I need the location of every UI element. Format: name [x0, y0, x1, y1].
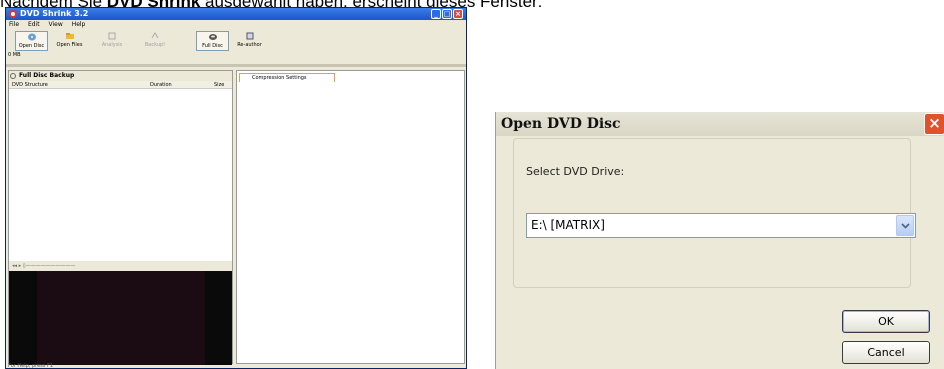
close-icon[interactable]: × — [924, 113, 944, 135]
drive-group: Select DVD Drive: E:\ [MATRIX] — [513, 138, 916, 288]
cancel-button[interactable]: Cancel — [842, 341, 930, 364]
main-window-title: DVD Shrink 3.2 — [20, 9, 89, 18]
main-titlebar[interactable]: DVD Shrink 3.2 _ □ × — [6, 8, 466, 20]
minimize-button[interactable]: _ — [431, 9, 441, 19]
dvd-shrink-window: DVD Shrink 3.2 _ □ × File Edit View Help… — [5, 7, 467, 369]
folder-icon — [65, 33, 74, 39]
app-icon — [9, 10, 17, 18]
menu-file[interactable]: File — [9, 21, 19, 28]
backup-button[interactable]: Backup! — [139, 31, 171, 51]
menu-edit[interactable]: Edit — [28, 21, 40, 28]
tab-compression-settings[interactable]: Compression Settings — [239, 73, 335, 82]
full-disc-icon — [208, 34, 217, 40]
disc-icon — [27, 33, 36, 41]
disc-small-icon — [10, 73, 16, 79]
open-files-button[interactable]: Open Files — [53, 31, 86, 51]
player-controls[interactable]: ◂◂ ▸ ▯—————————— — [9, 261, 232, 271]
column-headers: DVD Structure Duration Size — [9, 81, 232, 89]
drive-select-value: E:\ [MATRIX] — [531, 218, 605, 232]
video-preview — [9, 271, 232, 365]
analysis-button[interactable]: Analysis — [97, 31, 127, 51]
backup-icon — [151, 32, 159, 39]
open-disc-button[interactable]: Open Disc — [15, 31, 48, 51]
menu-view[interactable]: View — [49, 21, 63, 28]
open-dvd-disc-dialog: Open DVD Disc × Select DVD Drive: E:\ [M… — [495, 112, 944, 369]
col-size[interactable]: Size — [214, 81, 224, 89]
full-disc-backup-pane: Full Disc Backup DVD Structure Duration … — [8, 70, 233, 365]
toolbar: Open Disc Open Files Analysis Backup! Fu… — [6, 29, 466, 51]
pane-header: Full Disc Backup — [9, 71, 232, 81]
size-readout: 0 MB — [8, 52, 21, 58]
status-bar: For Help, press F1 — [8, 363, 54, 369]
col-duration[interactable]: Duration — [150, 81, 172, 89]
full-disc-button[interactable]: Full Disc — [196, 31, 229, 51]
re-author-button[interactable]: Re-author — [233, 31, 266, 51]
close-button[interactable]: × — [453, 9, 463, 19]
menu-help[interactable]: Help — [72, 21, 86, 28]
ok-button[interactable]: OK — [842, 310, 930, 333]
chevron-down-icon — [901, 223, 910, 229]
size-bar — [6, 64, 466, 67]
reauthor-icon — [246, 32, 253, 40]
dialog-title: Open DVD Disc — [496, 112, 944, 136]
dropdown-button[interactable] — [896, 215, 914, 236]
select-drive-label: Select DVD Drive: — [526, 165, 625, 178]
drive-select[interactable]: E:\ [MATRIX] — [526, 213, 916, 238]
analysis-icon — [108, 32, 116, 40]
menubar: File Edit View Help — [6, 20, 466, 29]
compression-settings-pane: Compression Settings — [236, 70, 465, 364]
maximize-button[interactable]: □ — [442, 9, 452, 19]
col-dvd-structure[interactable]: DVD Structure — [12, 81, 48, 89]
